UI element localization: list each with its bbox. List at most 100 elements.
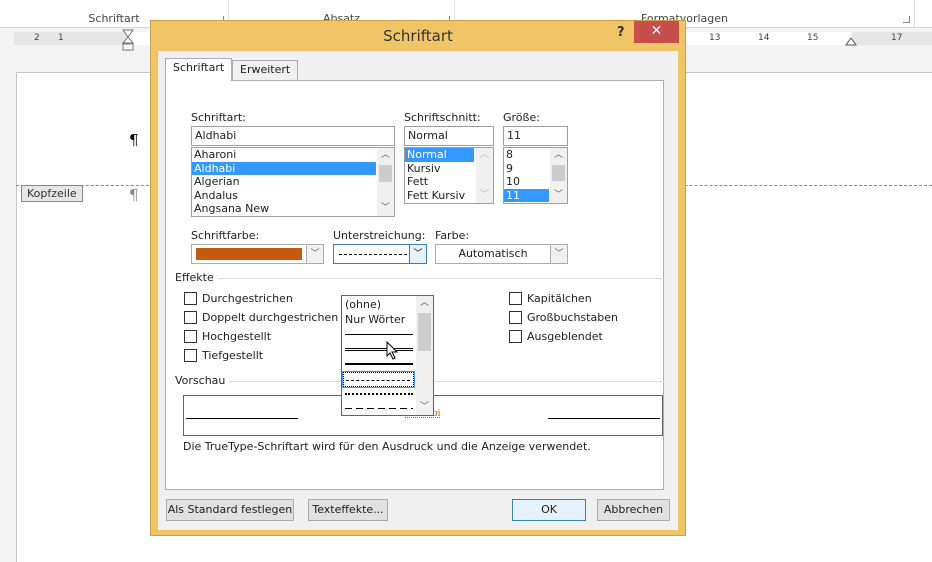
underline-color-dropdown[interactable]: Automatisch ﹀ xyxy=(435,244,568,264)
underline-dropdown[interactable]: ﹀ xyxy=(333,244,427,264)
tab-panel-font: Schriftart: Aldhabi Aharoni Aldhabi Alge… xyxy=(165,80,664,490)
ruler-number: 15 xyxy=(807,33,819,43)
scrollbar[interactable]: ︿ ﹀ xyxy=(377,148,394,216)
underline-option-dashed[interactable] xyxy=(342,371,415,388)
checkbox-hidden[interactable]: Ausgeblendet xyxy=(509,330,603,343)
chevron-down-icon[interactable]: ﹀ xyxy=(550,245,567,263)
underline-option-single[interactable] xyxy=(345,334,413,335)
checkbox-label: Doppelt durchgestrichen xyxy=(202,311,339,324)
checkbox-subscript[interactable]: Tiefgestellt xyxy=(184,349,263,362)
set-default-button[interactable]: Als Standard festlegen xyxy=(166,499,294,521)
right-indent-marker-icon[interactable] xyxy=(845,36,857,46)
ruler-number: 1 xyxy=(58,33,64,43)
tab-label: Erweitert xyxy=(240,63,291,76)
list-item[interactable]: Angsana New xyxy=(192,202,394,216)
ruler-number: 17 xyxy=(891,33,903,43)
scrollbar[interactable]: ︿ ﹀ xyxy=(550,148,567,203)
list-item[interactable]: Algerian xyxy=(192,175,394,189)
scroll-up-icon[interactable]: ︿ xyxy=(550,148,567,163)
ruler-number: 2 xyxy=(34,33,40,43)
font-list[interactable]: Aharoni Aldhabi Algerian Andalus Angsana… xyxy=(191,147,395,217)
underline-option-words-only[interactable]: Nur Wörter xyxy=(343,312,416,327)
effects-group-label: Effekte xyxy=(175,271,218,284)
style-input[interactable]: Normal xyxy=(404,126,494,146)
scroll-thumb[interactable] xyxy=(552,165,565,181)
scroll-up-icon[interactable]: ︿ xyxy=(377,148,394,163)
help-button[interactable]: ? xyxy=(617,25,625,40)
scroll-down-icon[interactable]: ﹀ xyxy=(550,188,567,203)
checkbox-box[interactable] xyxy=(184,311,197,324)
chevron-down-icon[interactable]: ﹀ xyxy=(306,245,323,263)
underline-option-long-dash[interactable] xyxy=(345,408,413,409)
list-item[interactable]: Andalus xyxy=(192,189,394,203)
scroll-up-icon[interactable]: ︿ xyxy=(476,148,493,163)
chevron-down-icon[interactable]: ﹀ xyxy=(409,245,426,263)
cancel-button[interactable]: Abbrechen xyxy=(597,499,670,521)
ok-button[interactable]: OK xyxy=(512,499,586,521)
checkbox-box[interactable] xyxy=(509,311,522,324)
preview-note: Die TrueType-Schriftart wird für den Aus… xyxy=(183,440,591,453)
checkbox-label: Ausgeblendet xyxy=(527,330,603,343)
scroll-thumb[interactable] xyxy=(379,165,392,182)
list-item[interactable]: Aharoni xyxy=(192,148,394,162)
dashed-line-sample xyxy=(346,380,410,381)
preview-group-label: Vorschau xyxy=(175,374,230,387)
underline-label: Unterstreichung: xyxy=(333,229,426,242)
underline-color-value: Automatisch xyxy=(458,247,528,260)
underline-dashed-sample xyxy=(339,254,407,255)
font-dialog: Schriftart ? ✕ Schriftart Erweitert Schr… xyxy=(150,20,686,536)
size-input[interactable]: 11 xyxy=(503,126,568,146)
list-item[interactable]: 11 xyxy=(504,188,549,202)
checkbox-strikethrough[interactable]: Durchgestrichen xyxy=(184,292,293,305)
checkbox-box[interactable] xyxy=(184,292,197,305)
checkbox-small-caps[interactable]: Kapitälchen xyxy=(509,292,592,305)
checkbox-label: Großbuchstaben xyxy=(527,311,618,324)
scrollbar[interactable]: ︿ ﹀ xyxy=(476,148,493,203)
list-item[interactable]: Normal xyxy=(405,148,474,162)
dialog-title: Schriftart xyxy=(383,27,453,45)
list-item[interactable]: Aldhabi xyxy=(192,161,376,175)
tab-label: Schriftart xyxy=(173,61,225,74)
checkbox-superscript[interactable]: Hochgestellt xyxy=(184,330,271,343)
font-color-label: Schriftfarbe: xyxy=(191,229,260,242)
mouse-cursor-icon xyxy=(386,341,399,360)
style-list[interactable]: Normal Kursiv Fett Fett Kursiv ︿ ﹀ xyxy=(404,147,494,204)
tab-font[interactable]: Schriftart xyxy=(165,58,233,81)
paragraph-mark: ¶ xyxy=(129,186,139,204)
underline-color-label: Farbe: xyxy=(435,229,470,242)
checkbox-all-caps[interactable]: Großbuchstaben xyxy=(509,311,618,324)
scroll-down-icon[interactable]: ﹀ xyxy=(416,400,433,415)
color-swatch xyxy=(196,248,302,260)
tab-advanced[interactable]: Erweitert xyxy=(232,60,299,80)
dialog-launcher-icon[interactable] xyxy=(903,16,910,23)
checkbox-box[interactable] xyxy=(184,349,197,362)
header-tag: Kopfzeile xyxy=(21,185,83,202)
underline-option-double[interactable] xyxy=(345,348,413,351)
font-label: Schriftart: xyxy=(191,111,246,124)
scroll-thumb[interactable] xyxy=(418,313,431,351)
close-button[interactable]: ✕ xyxy=(634,21,679,43)
paragraph-mark: ¶ xyxy=(129,131,139,149)
text-effects-button[interactable]: Texteffekte... xyxy=(308,499,388,521)
style-label: Schriftschnitt: xyxy=(404,111,481,124)
font-input[interactable]: Aldhabi xyxy=(191,126,395,146)
checkbox-double-strikethrough[interactable]: Doppelt durchgestrichen xyxy=(184,311,338,324)
scrollbar[interactable]: ︿ ﹀ xyxy=(416,296,433,415)
font-color-dropdown[interactable]: ﹀ xyxy=(191,244,324,264)
checkbox-box[interactable] xyxy=(184,330,197,343)
underline-option-none[interactable]: (ohne) xyxy=(343,297,416,312)
scroll-down-icon[interactable]: ﹀ xyxy=(476,188,493,203)
indent-marker-icon[interactable] xyxy=(122,29,134,51)
scroll-up-icon[interactable]: ︿ xyxy=(416,296,433,311)
effects-divider xyxy=(176,278,664,279)
size-list[interactable]: 8 9 10 11 12 ︿ ﹀ xyxy=(503,147,568,204)
underline-option-thick[interactable] xyxy=(345,363,413,365)
checkbox-box[interactable] xyxy=(509,292,522,305)
checkbox-box[interactable] xyxy=(509,330,522,343)
checkbox-label: Durchgestrichen xyxy=(202,292,293,305)
dialog-client: Schriftart Erweitert Schriftart: Aldhabi… xyxy=(158,51,678,530)
size-label: Größe: xyxy=(503,111,540,124)
close-icon: ✕ xyxy=(650,23,663,39)
underline-option-dotted[interactable] xyxy=(345,393,413,395)
scroll-down-icon[interactable]: ﹀ xyxy=(377,201,394,216)
